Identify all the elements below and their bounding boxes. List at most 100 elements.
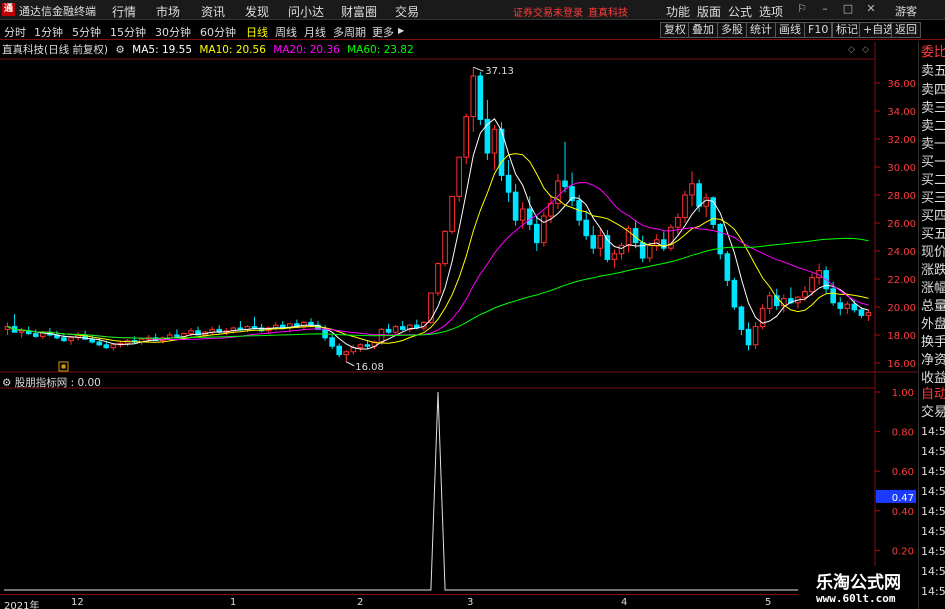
candle-up	[682, 194, 688, 218]
time-tick-5: 5	[765, 597, 772, 608]
side-time-5: 14:56	[921, 505, 945, 518]
candle-up	[597, 235, 604, 249]
side-bid2: 买二	[921, 173, 945, 188]
candle-down	[237, 327, 244, 330]
candle-down	[526, 208, 533, 225]
price-annotations: 37.13 16.08	[346, 66, 514, 373]
candle-up	[752, 326, 759, 346]
indicator-label: 股朋指标网 : 0.00	[14, 377, 101, 389]
high-pointer	[473, 66, 484, 72]
side-ask3: 卖三	[921, 101, 945, 116]
side-turnover: 换手	[921, 335, 945, 350]
candle-down	[89, 338, 96, 343]
price-tick-label: 28.00	[887, 191, 916, 202]
indicator-axis: 1.00 0.80 0.60 0.47 0.40 0.20	[875, 388, 916, 557]
side-time-1: 14:56	[921, 425, 945, 438]
side-ask5: 卖五	[921, 64, 945, 79]
side-order-ratio[interactable]: 委比	[921, 44, 945, 61]
candle-down	[251, 326, 258, 329]
candle-up	[470, 75, 477, 118]
price-tick-label: 16.00	[887, 359, 916, 370]
price-tick-label: 22.00	[887, 275, 916, 286]
candle-up	[618, 244, 625, 255]
indicator-tick-label: 0.47	[892, 493, 914, 504]
side-bid3: 买三	[921, 191, 945, 206]
indicator-tick-label: 0.60	[892, 467, 914, 478]
candle-up	[541, 215, 547, 244]
menu-diamond-icon[interactable]: ◇	[862, 45, 869, 55]
candle-up	[675, 216, 681, 228]
candle-up	[167, 334, 173, 339]
candle-up	[357, 344, 364, 349]
side-auto[interactable]: 自动	[921, 386, 945, 403]
candle-down	[590, 235, 597, 249]
candle-down	[329, 337, 335, 347]
watermark-url: www.60lt.com	[816, 592, 896, 605]
time-tick-3: 3	[467, 597, 474, 608]
price-tick-label: 36.00	[887, 79, 916, 90]
event-marker-dot	[61, 364, 66, 369]
low-pointer	[346, 361, 355, 367]
candle-down	[336, 345, 342, 356]
candle-up	[463, 116, 470, 158]
indicator-tick-label: 0.40	[892, 507, 914, 518]
chart-frame	[0, 42, 918, 594]
side-bid5: 买五	[921, 227, 945, 242]
candle-down	[569, 186, 575, 202]
price-tick-label: 26.00	[887, 219, 916, 230]
candle-up	[491, 128, 498, 154]
candle-down	[696, 183, 702, 207]
candle-down	[738, 306, 745, 330]
time-tick-2: 2	[357, 597, 364, 608]
candle-up	[759, 307, 766, 328]
price-tick-label: 18.00	[887, 331, 916, 342]
side-time-7: 14:56	[921, 545, 945, 558]
price-tick-label: 20.00	[887, 303, 916, 314]
time-axis: 2021年 12 1 2 3 4 5	[0, 594, 918, 609]
candle-up	[646, 244, 653, 259]
candlestick-chart[interactable]: 36.00 34.00 32.00 30.00 28.00 26.00 24.00 22.00…	[0, 0, 918, 594]
side-ask4: 卖四	[921, 83, 945, 98]
candle-down	[830, 288, 836, 304]
candle-down	[512, 191, 519, 221]
candle-up	[188, 330, 194, 335]
candle-up	[809, 277, 815, 293]
indicator-tick-label: 0.80	[892, 428, 914, 439]
candle-down	[717, 223, 724, 255]
side-time-4: 14:56	[921, 485, 945, 498]
candle-down	[364, 344, 371, 347]
side-time-6: 14:56	[921, 525, 945, 538]
candle-up	[844, 303, 851, 309]
side-time-8: 14:56	[921, 565, 945, 578]
candle-up	[449, 195, 455, 232]
price-tick-label: 32.00	[887, 135, 916, 146]
side-change: 涨跌	[921, 263, 945, 278]
candle-down	[858, 309, 865, 316]
candle-down	[562, 180, 568, 188]
indicator-title: ⚙ 股朋指标网 : 0.00	[2, 375, 101, 390]
low-label: 16.08	[355, 362, 384, 373]
candle-down	[583, 219, 589, 237]
zoom-diamond-icon[interactable]: ◇	[848, 45, 855, 55]
price-tick-label: 30.00	[887, 163, 916, 174]
candle-up	[865, 312, 872, 316]
side-time-9: 14:56	[921, 585, 945, 598]
side-change-pct: 涨幅	[921, 281, 945, 296]
price-axis: 36.00 34.00 32.00 30.00 28.00 26.00 24.00 22.00…	[875, 79, 916, 370]
side-time-3: 14:56	[921, 465, 945, 478]
indicator-gear-icon[interactable]: ⚙	[2, 377, 11, 389]
candles[interactable]	[4, 67, 872, 362]
candle-down	[385, 328, 392, 333]
side-ask2: 卖二	[921, 119, 945, 134]
candle-up	[766, 295, 773, 309]
side-last-price: 现价	[921, 245, 945, 260]
side-trade[interactable]: 交易	[921, 404, 945, 421]
candle-down	[534, 223, 540, 244]
candle-up	[110, 344, 117, 349]
candle-up	[301, 321, 307, 328]
high-label: 37.13	[485, 66, 514, 77]
quote-side-panel: 委比 卖五 卖四 卖三 卖二 卖一 买一 买二 买三 买四 买五 现价 涨跌 涨…	[918, 42, 945, 609]
candle-up	[442, 230, 448, 265]
candle-down	[32, 333, 39, 337]
candle-up	[802, 291, 808, 298]
